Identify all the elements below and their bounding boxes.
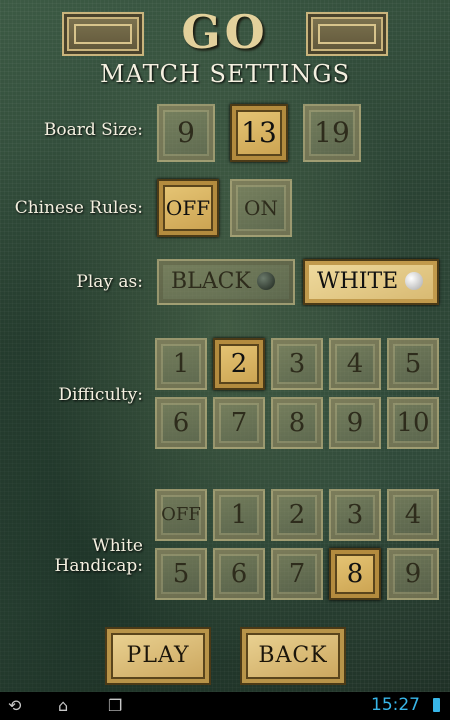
difficulty-1[interactable]: 1 [155,338,207,390]
black-stone-icon [257,272,275,290]
recent-apps-icon[interactable]: ❐ [108,696,122,715]
difficulty-7[interactable]: 7 [213,397,265,449]
board-size-label: Board Size: [43,120,143,140]
handicap-3[interactable]: 3 [329,489,381,541]
chinese-rules-on[interactable]: ON [230,179,292,237]
back-button[interactable]: BACK [240,627,346,685]
play-as-black-button[interactable]: BLACK [157,259,295,305]
white-handicap-label: White Handicap: [54,536,144,576]
difficulty-label: Difficulty: [58,385,143,405]
difficulty-8[interactable]: 8 [271,397,323,449]
handicap-6[interactable]: 6 [213,548,265,600]
page-title: MATCH SETTINGS [99,60,351,88]
game-logo: GO [181,5,269,59]
handicap-8[interactable]: 8 [329,548,381,600]
difficulty-9[interactable]: 9 [329,397,381,449]
play-as-white-button[interactable]: WHITE [303,259,439,305]
handicap-2[interactable]: 2 [271,489,323,541]
clock: 15:27 [371,695,420,715]
difficulty-6[interactable]: 6 [155,397,207,449]
black-label: BLACK [171,269,251,294]
title-bar: GO [62,8,388,56]
handicap-5[interactable]: 5 [155,548,207,600]
difficulty-5[interactable]: 5 [387,338,439,390]
handicap-off[interactable]: OFF [155,489,207,541]
difficulty-3[interactable]: 3 [271,338,323,390]
chinese-rules-label: Chinese Rules: [14,198,143,218]
difficulty-2[interactable]: 2 [213,338,265,390]
white-label: WHITE [317,269,399,294]
right-ornament [306,12,388,56]
handicap-4[interactable]: 4 [387,489,439,541]
home-icon[interactable]: ⌂ [58,696,68,715]
left-ornament [62,12,144,56]
board-size-19[interactable]: 19 [303,104,361,162]
system-status-bar: ⟲ ⌂ ❐ 15:27 [0,692,450,720]
handicap-9[interactable]: 9 [387,548,439,600]
handicap-1[interactable]: 1 [213,489,265,541]
battery-icon [433,698,440,712]
handicap-7[interactable]: 7 [271,548,323,600]
back-icon[interactable]: ⟲ [8,696,21,715]
play-as-label: Play as: [76,272,143,292]
chinese-rules-off[interactable]: OFF [157,179,219,237]
difficulty-4[interactable]: 4 [329,338,381,390]
difficulty-10[interactable]: 10 [387,397,439,449]
board-size-9[interactable]: 9 [157,104,215,162]
board-size-13[interactable]: 13 [230,104,288,162]
play-button[interactable]: PLAY [105,627,211,685]
white-stone-icon [405,272,423,290]
